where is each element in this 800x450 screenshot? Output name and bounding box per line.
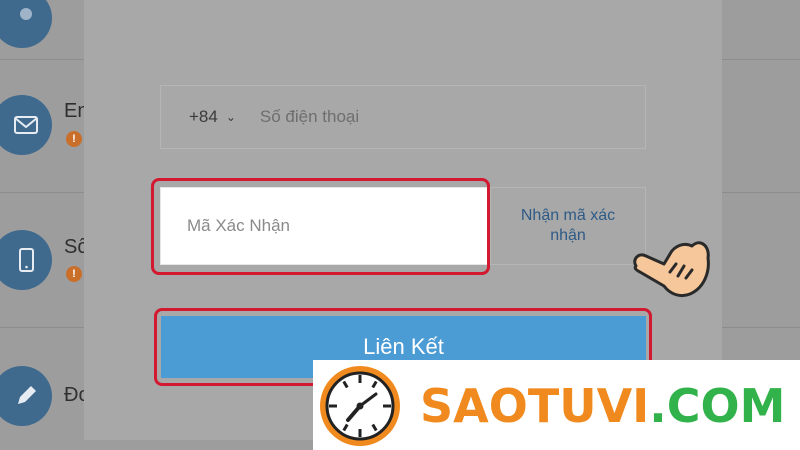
mail-icon: [0, 95, 52, 155]
watermark-domain: .COM: [649, 379, 786, 433]
clock-logo-icon: [320, 366, 400, 446]
get-code-button[interactable]: Nhận mã xác nhận: [490, 187, 646, 265]
chevron-down-icon: ⌄: [225, 110, 236, 124]
phone-icon: [0, 230, 52, 290]
watermark-brand: SAOTUVI: [420, 379, 650, 433]
country-code-select[interactable]: +84 ⌄: [189, 107, 236, 127]
highlight-box-code: [151, 178, 490, 275]
phone-input-placeholder[interactable]: Số điện thoại: [260, 107, 359, 127]
warning-icon: !: [66, 266, 82, 282]
watermark-text: SAOTUVI.COM: [420, 376, 785, 436]
country-code-value: +84: [189, 107, 218, 126]
pencil-icon: [0, 366, 52, 426]
warning-icon: !: [66, 131, 82, 147]
pointing-hand-icon: [633, 241, 710, 298]
user-icon: [0, 0, 52, 48]
phone-field[interactable]: +84 ⌄ Số điện thoại: [160, 85, 646, 149]
